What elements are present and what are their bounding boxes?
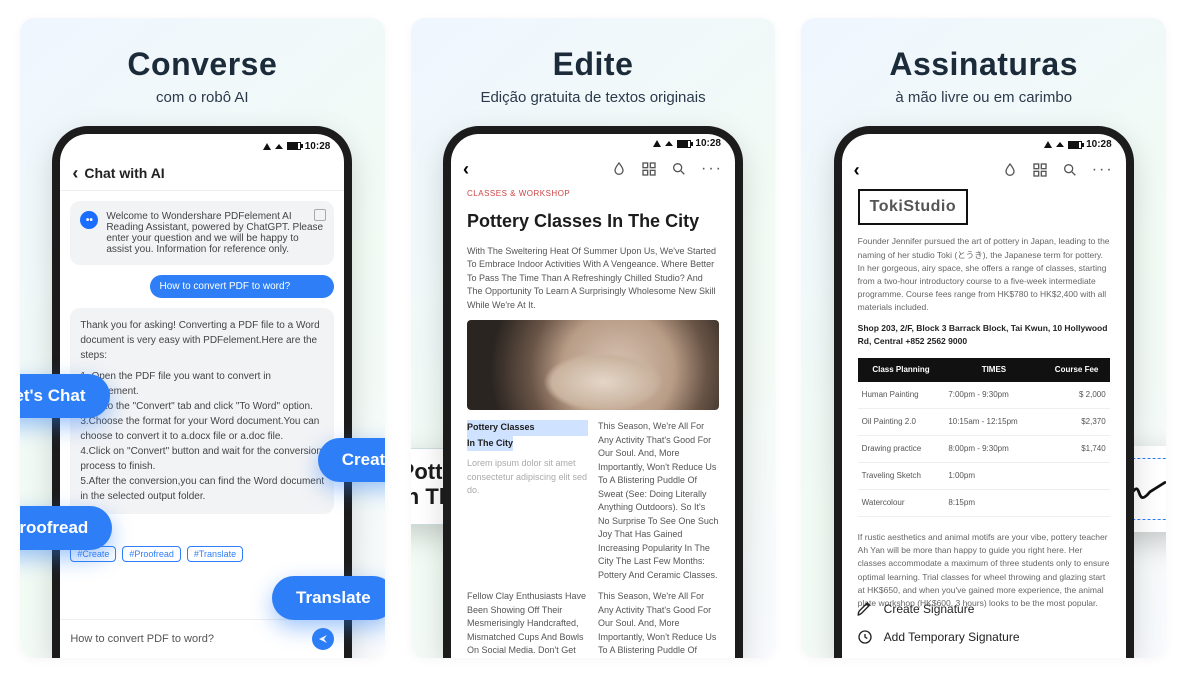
bot-welcome-text: Welcome to Wondershare PDFelement AI Rea…: [106, 211, 324, 255]
doc-col-left-2: Fellow Clay Enthusiasts Have Been Showin…: [467, 590, 588, 658]
card-title: Converse: [127, 46, 277, 83]
create-signature-label: Create Signature: [884, 600, 975, 618]
selected-text-line2[interactable]: In The City: [467, 436, 513, 452]
phone-frame: 10:28 ‹ ··· CLASSES & WORKSHOP Pottery C…: [443, 126, 743, 658]
pill-lets-chat[interactable]: Let's Chat: [20, 374, 110, 418]
signal-icon: [1044, 141, 1052, 148]
grid-icon[interactable]: [1032, 162, 1048, 178]
grid-icon[interactable]: [641, 161, 657, 177]
more-icon[interactable]: ···: [701, 160, 723, 178]
promo-card-assinaturas: Assinaturas à mão livre ou em carimbo 10…: [801, 18, 1166, 658]
card-subtitle: à mão livre ou em carimbo: [895, 89, 1072, 106]
promo-card-edite: Edite Edição gratuita de textos originai…: [411, 18, 776, 658]
status-bar: 10:28: [60, 134, 344, 158]
doc-intro: Founder Jennifer pursued the art of pott…: [858, 235, 1110, 314]
brand-logo: TokiStudio: [858, 189, 968, 225]
card-subtitle: Edição gratuita de textos originais: [480, 89, 705, 106]
promo-card-converse: Converse com o robô AI Let's Chat Create…: [20, 18, 385, 658]
create-signature-option[interactable]: Create Signature: [856, 600, 1112, 618]
wifi-icon: [665, 141, 673, 146]
status-time: 10:28: [1086, 139, 1112, 150]
drop-icon[interactable]: [1002, 162, 1018, 178]
copy-icon[interactable]: [314, 209, 326, 221]
status-bar: 10:28: [842, 134, 1126, 155]
th-class: Class Planning: [858, 358, 945, 382]
table-row: Traveling Sketch1:00pm: [858, 462, 1110, 489]
bot-reply-intro: Thank you for asking! Converting a PDF f…: [80, 318, 324, 363]
th-times: TIMES: [944, 358, 1043, 382]
table-row: Watercolour8:15pm: [858, 489, 1110, 516]
drop-icon[interactable]: [611, 161, 627, 177]
phone-frame: 10:28 ‹ ··· TokiStudio Founder Jennifer …: [834, 126, 1134, 658]
chat-input[interactable]: [70, 633, 306, 645]
bot-reply-message: Thank you for asking! Converting a PDF f…: [70, 308, 334, 514]
search-icon[interactable]: [1062, 162, 1078, 178]
doc-toolbar: ‹ ···: [451, 154, 735, 188]
document-body: TokiStudio Founder Jennifer pursued the …: [842, 189, 1126, 658]
tag-proofread[interactable]: #Proofread: [122, 546, 181, 562]
card-title: Edite: [553, 46, 634, 83]
chat-header: ‹ Chat with AI: [60, 158, 344, 191]
pill-proofread[interactable]: Proofread: [20, 506, 112, 550]
send-button[interactable]: [312, 628, 334, 650]
th-fee: Course Fee: [1044, 358, 1110, 382]
battery-icon: [1068, 141, 1082, 149]
signal-icon: [263, 143, 271, 150]
back-icon[interactable]: ‹: [72, 164, 78, 182]
more-icon[interactable]: ···: [1092, 161, 1114, 179]
pottery-image: [467, 320, 719, 410]
table-row: Oil Painting 2.010:15am - 12:15pm$2,370: [858, 408, 1110, 435]
back-icon[interactable]: ‹: [854, 161, 860, 179]
search-icon[interactable]: [671, 161, 687, 177]
send-icon: [317, 633, 329, 645]
battery-icon: [287, 142, 301, 150]
doc-intro: With The Sweltering Heat Of Summer Upon …: [467, 245, 719, 313]
tag-translate[interactable]: #Translate: [187, 546, 243, 562]
table-row: Human Painting7:00pm - 9:30pm$ 2,000: [858, 382, 1110, 409]
battery-icon: [677, 140, 691, 148]
bot-avatar-icon: ••: [80, 211, 98, 229]
fees-table: Class Planning TIMES Course Fee Human Pa…: [858, 358, 1110, 517]
user-message: How to convert PDF to word?: [150, 275, 335, 298]
doc-para2: If rustic aesthetics and animal motifs a…: [858, 531, 1110, 610]
doc-col-right-1: This Season, We're All For Any Activity …: [598, 420, 719, 582]
wifi-icon: [275, 144, 283, 149]
add-temp-signature-label: Add Temporary Signature: [884, 628, 1020, 646]
card-title: Assinaturas: [889, 46, 1078, 83]
selected-text-line1[interactable]: Pottery Classes: [467, 420, 588, 436]
doc-address: Shop 203, 2/F, Block 3 Barrack Block, Ta…: [858, 322, 1110, 348]
signal-icon: [653, 140, 661, 147]
doc-toolbar: ‹ ···: [842, 155, 1126, 189]
status-bar: 10:28: [451, 134, 735, 154]
card-subtitle: com o robô AI: [156, 89, 249, 106]
pen-icon: [856, 600, 874, 618]
wifi-icon: [1056, 142, 1064, 147]
document-body: CLASSES & WORKSHOP Pottery Classes In Th…: [451, 188, 735, 658]
chat-input-bar: [60, 619, 344, 658]
status-time: 10:28: [695, 138, 721, 149]
chat-title: Chat with AI: [84, 165, 164, 181]
doc-category: CLASSES & WORKSHOP: [467, 188, 719, 200]
doc-col-right-2: This Season, We're All For Any Activity …: [598, 590, 719, 658]
table-row: Drawing practice8:00pm - 9:30pm$1,740: [858, 435, 1110, 462]
pill-create[interactable]: Create: [318, 438, 385, 482]
status-time: 10:28: [305, 141, 331, 152]
pill-translate[interactable]: Translate: [272, 576, 385, 620]
back-icon[interactable]: ‹: [463, 160, 469, 178]
add-temp-signature-option[interactable]: Add Temporary Signature: [856, 628, 1112, 646]
suggestion-tags: #Create #Proofread #Translate: [70, 538, 334, 570]
bot-reply-steps: 1. Open the PDF file you want to convert…: [80, 369, 324, 504]
doc-heading: Pottery Classes In The City: [467, 208, 719, 235]
bot-welcome-message: •• Welcome to Wondershare PDFelement AI …: [70, 201, 334, 265]
clock-icon: [856, 628, 874, 646]
